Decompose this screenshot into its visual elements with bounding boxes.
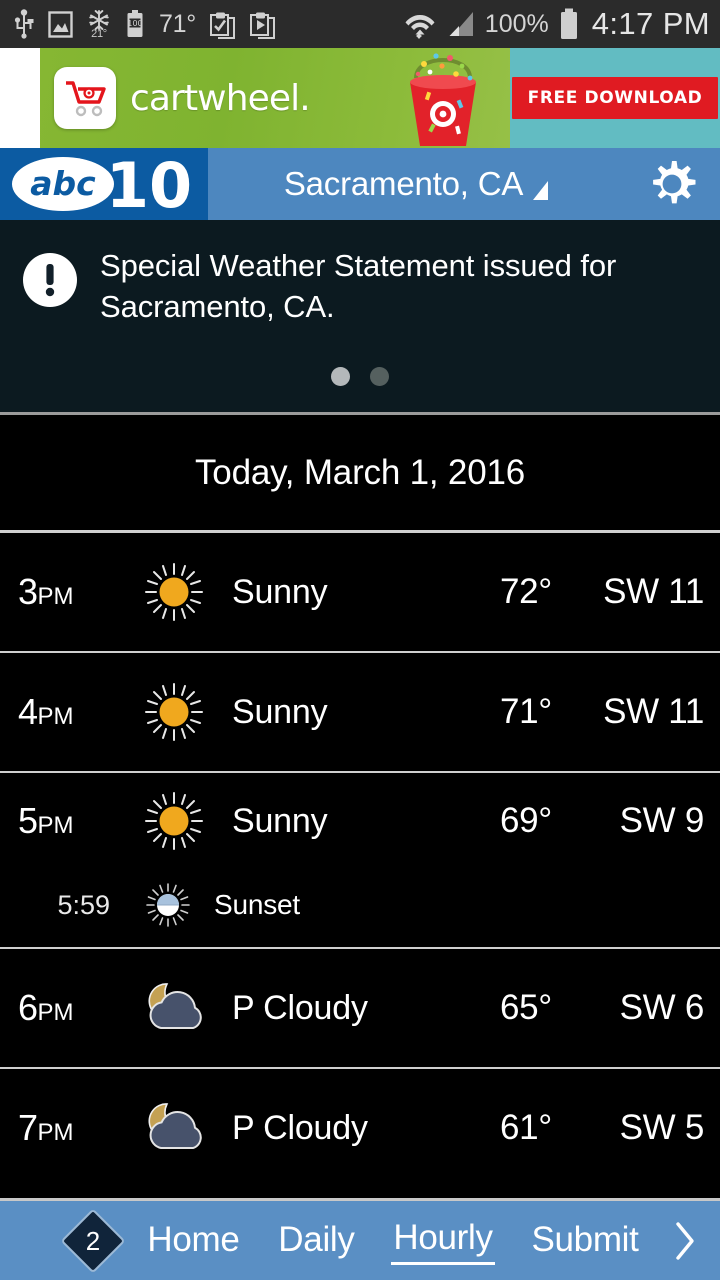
battery-percent-label: 100% — [484, 9, 549, 38]
ad-target-bucket-image — [410, 53, 476, 146]
row-wind: SW 9 — [619, 801, 705, 840]
cell-signal-icon — [446, 9, 476, 39]
row-condition: P Cloudy — [232, 1108, 368, 1147]
moon-cloud-icon — [126, 978, 222, 1038]
row-wind: SW 6 — [619, 988, 705, 1027]
row-wind: SW 11 — [603, 692, 704, 731]
tab-daily[interactable]: Daily — [276, 1218, 356, 1264]
row-time: 4PM — [18, 691, 74, 732]
chevron-down-icon — [533, 180, 549, 200]
alert-pager[interactable] — [0, 367, 720, 386]
status-temperature: 71° — [159, 9, 196, 38]
sun-icon — [126, 790, 222, 852]
usb-icon — [14, 9, 34, 39]
clipboard-play-icon — [249, 10, 276, 39]
hourly-forecast-list: 3PM Sunny 72° SW 11 4PM Sunny 71° SW 11 … — [0, 533, 720, 1187]
row-time: 7PM — [18, 1107, 74, 1148]
wifi-icon — [403, 8, 437, 40]
row-time: 3PM — [18, 571, 74, 612]
exclamation-circle-icon — [22, 252, 78, 313]
pager-dot-2[interactable] — [370, 367, 389, 386]
row-meridiem: PM — [37, 583, 74, 610]
row-condition: Sunny — [232, 692, 328, 731]
gear-icon — [653, 161, 696, 204]
snow-temp-value: 21 — [91, 27, 103, 40]
battery-saver-icon: 100 — [125, 9, 145, 39]
table-row[interactable]: 6PM P Cloudy 65° SW 6 — [0, 949, 720, 1069]
table-row[interactable]: 7PM P Cloudy 61° SW 5 — [0, 1069, 720, 1187]
row-time: 6PM — [18, 987, 74, 1028]
moon-cloud-icon — [126, 1098, 222, 1158]
battery-full-icon — [558, 8, 580, 40]
abc10-logo[interactable]: abc 10 — [0, 148, 208, 220]
row-temperature: 69° — [499, 801, 552, 840]
chevron-right-icon[interactable] — [662, 1219, 708, 1263]
badge-count: 2 — [85, 1225, 101, 1256]
date-label: Today, March 1, 2016 — [195, 452, 525, 492]
ad-left-margin — [0, 48, 40, 148]
table-row[interactable]: 3PM Sunny 72° SW 11 — [0, 533, 720, 653]
ad-brand-name: cartwheel. — [130, 77, 311, 119]
row-temperature: 61° — [499, 1108, 552, 1147]
row-temperature: 71° — [499, 692, 552, 731]
row-temperature: 72° — [499, 572, 552, 611]
tab-hourly[interactable]: Hourly — [391, 1216, 495, 1265]
sunset-sub-row: 5:59 Sunset — [18, 869, 704, 947]
sun-icon — [126, 681, 222, 743]
settings-button[interactable] — [624, 148, 720, 220]
date-header: Today, March 1, 2016 — [0, 415, 720, 533]
tab-home[interactable]: Home — [145, 1218, 241, 1264]
bottom-navigation-bar: 2 Home Daily Hourly Submit — [0, 1198, 720, 1280]
snowflake-icon: 21° — [87, 9, 111, 40]
pager-dot-1[interactable] — [331, 367, 350, 386]
advertisement-banner[interactable]: cartwheel. FREE DOWNLOAD — [0, 48, 720, 148]
ad-free-download-button[interactable]: FREE DOWNLOAD — [511, 77, 719, 119]
sun-icon — [126, 561, 222, 623]
location-label: Sacramento, CA — [283, 165, 524, 202]
snow-temp-degree: ° — [102, 27, 107, 40]
row-wind: SW 11 — [603, 572, 704, 611]
row-time: 5PM — [18, 800, 74, 841]
location-selector[interactable]: Sacramento, CA — [208, 148, 624, 220]
row-temperature: 65° — [499, 988, 552, 1027]
app-header: abc 10 Sacramento, CA — [0, 148, 720, 220]
ad-brand-area: cartwheel. — [40, 48, 510, 148]
screenshot-icon — [48, 10, 73, 38]
tab-submit[interactable]: Submit — [529, 1218, 640, 1264]
row-meridiem: PM — [37, 703, 74, 730]
svg-text:abc: abc — [30, 164, 96, 203]
sunset-icon — [126, 882, 210, 928]
row-condition: P Cloudy — [232, 988, 368, 1027]
ad-cta-area[interactable]: FREE DOWNLOAD — [510, 48, 720, 148]
table-row[interactable]: 5PM Sunny 69° SW 9 5:59 Sunset — [0, 773, 720, 949]
table-row[interactable]: 4PM Sunny 71° SW 11 — [0, 653, 720, 773]
row-meridiem: PM — [37, 1119, 74, 1146]
weather-alert-banner[interactable]: Special Weather Statement issued for Sac… — [0, 220, 720, 415]
svg-text:10: 10 — [106, 154, 192, 214]
weather-app-screen: 21° 100 71° 100% 4:17 PM cartwheel. FREE… — [0, 0, 720, 1280]
clipboard-check-icon — [209, 10, 236, 39]
android-status-bar: 21° 100 71° 100% 4:17 PM — [0, 0, 720, 48]
cartwheel-logo-icon — [54, 67, 116, 129]
row-wind: SW 5 — [619, 1108, 705, 1147]
row-meridiem: PM — [37, 999, 74, 1026]
svg-text:100: 100 — [127, 19, 142, 28]
sunset-time: 5:59 — [57, 889, 110, 920]
status-clock: 4:17 PM — [591, 6, 710, 41]
sunset-label: Sunset — [214, 889, 300, 920]
row-condition: Sunny — [232, 801, 328, 840]
notification-badge[interactable]: 2 — [60, 1207, 126, 1274]
row-meridiem: PM — [37, 812, 74, 839]
row-condition: Sunny — [232, 572, 328, 611]
alert-message: Special Weather Statement issued for Sac… — [100, 248, 617, 324]
